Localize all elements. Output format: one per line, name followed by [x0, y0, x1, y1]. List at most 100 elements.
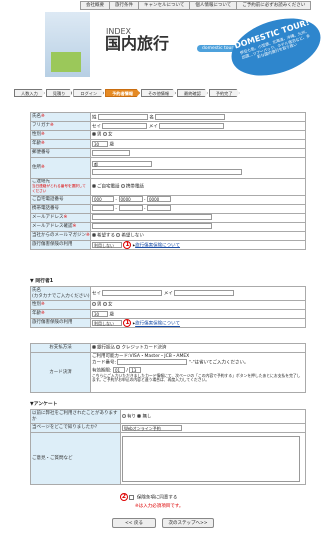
companion-sei-label: セイ — [92, 291, 101, 297]
contact-home-label: ご自宅電話 — [97, 184, 120, 190]
home-phone-3[interactable]: 0000 — [147, 196, 171, 203]
mobile-phone-3[interactable] — [147, 205, 171, 212]
page-title: 国内旅行 — [105, 34, 170, 53]
nav-before-booking[interactable]: ご予約前に必ずお読みください — [236, 1, 312, 10]
gender-label: 性別 — [32, 132, 41, 138]
survey-first-no-radio[interactable] — [137, 413, 142, 418]
mobile-phone-2[interactable] — [118, 205, 143, 212]
companion-age-select[interactable]: 30 — [92, 310, 108, 317]
survey-source-select[interactable]: Webオンライン予約 — [122, 424, 182, 431]
survey-title: ▼アンケート — [30, 402, 58, 407]
email-confirm-input[interactable] — [92, 223, 212, 230]
marker-1: 1 — [123, 240, 132, 249]
companion-sei-input[interactable] — [102, 290, 163, 297]
row-address: 住所※ 都 — [30, 157, 306, 179]
address-input[interactable] — [92, 168, 242, 175]
survey-first-yes-radio[interactable] — [122, 413, 126, 418]
companion-insurance-link[interactable]: 旅行傷害保険について — [135, 322, 180, 327]
card-label: カード決済 — [30, 352, 91, 393]
step-5: その他情報 — [141, 89, 177, 97]
zip-input[interactable] — [92, 149, 130, 156]
row-email: メールアドレス※ — [30, 212, 306, 223]
payment-bank-radio[interactable] — [92, 345, 96, 350]
kana-label: フリガナ — [32, 123, 50, 129]
contact-home-radio[interactable] — [92, 183, 96, 188]
companion-mei-input[interactable] — [174, 290, 235, 297]
insurance-select[interactable]: 利用しない — [92, 241, 122, 248]
home-phone-2[interactable]: 0000 — [118, 196, 143, 203]
kana-sei-input[interactable] — [102, 122, 148, 129]
kana-mei-input[interactable] — [159, 122, 225, 129]
payment-row-card: カード決済 ご利用可能カード:VISA・Master・JCB・AMEX カード番… — [30, 352, 306, 393]
row-mobile-phone: 携帯電話番号 - - — [30, 203, 306, 214]
page: 会社概要 旅行条件 キャンセルについて 個人情報について ご予約前に必ずお読みく… — [0, 0, 329, 533]
contact-note: 当日連絡がとれる番号を選択してください — [32, 184, 86, 194]
nav-cancel[interactable]: キャンセルについて — [138, 1, 190, 10]
required-note: ※は入力必須項目です。 — [135, 504, 184, 509]
payment-card-radio[interactable] — [116, 345, 121, 350]
payment-card-label: クレジットカード決済 — [121, 345, 167, 351]
row-gender: 性別※ 男 女 — [30, 130, 306, 140]
mobile-phone-label: 携帯電話番号 — [30, 203, 91, 214]
companion-insurance-label: 旅行傷害保険の利用 — [30, 318, 91, 328]
companion-age-label: 年齢 — [32, 311, 41, 317]
gender-female-radio[interactable] — [102, 132, 107, 137]
home-phone-1[interactable]: 000 — [92, 196, 114, 203]
mobile-phone-1[interactable] — [92, 205, 114, 212]
companion-title: ▼ 同行者1 — [30, 279, 54, 284]
address-prefecture-input[interactable]: 都 — [92, 161, 152, 168]
name-mei-input[interactable] — [155, 113, 226, 120]
card-number-note: "-"は省いてご入力ください。 — [188, 360, 249, 366]
companion-name-label: 氏名 (カタカナでご入力ください) — [30, 286, 91, 301]
companion-age-unit: 歳 — [109, 312, 114, 318]
step-4-current: 予約者情報 — [105, 89, 141, 97]
card-number-label: カード番号: — [92, 360, 117, 366]
survey-first-yes-label: 有り — [127, 414, 136, 420]
contact-mobile-radio[interactable] — [120, 183, 125, 188]
companion-marker-1: 1 — [123, 319, 132, 327]
row-name: 氏名※ 姓 名 — [30, 112, 306, 122]
companion-male-radio[interactable] — [92, 302, 96, 307]
survey-row-comment: ご意見・ご質問など — [30, 432, 306, 485]
step-1: 人数入力 — [14, 89, 45, 97]
payment-bank-label: 銀行振込 — [97, 345, 115, 351]
email-input[interactable] — [92, 214, 212, 221]
marker-2: 2 — [120, 493, 128, 501]
address-label: 住所 — [32, 165, 41, 171]
expiry-year-select[interactable]: 13 — [129, 366, 142, 373]
survey-row-first: 以前に弊社をご利用されたことがありますか 有り 無し — [30, 409, 306, 424]
door-image — [45, 12, 90, 77]
survey-comment-label: ご意見・ご質問など — [30, 432, 121, 485]
companion-female-label: 女 — [107, 302, 113, 308]
row-age: 年齢※ 30 歳 — [30, 139, 306, 149]
back-button[interactable]: << 戻る — [112, 518, 156, 528]
card-number-input[interactable] — [117, 359, 188, 366]
booker-table: 氏名※ 姓 名 フリガナ※ セイ メイ 性別※ 男 女 年齢※ 30 歳 郵便番… — [30, 112, 306, 250]
insurance-link[interactable]: 旅行傷害保険について — [135, 243, 180, 248]
payment-row-method: お支払方法 銀行振込 クレジットカード決済 — [30, 343, 306, 353]
age-label: 年齢 — [32, 141, 41, 147]
name-label: 氏名 — [32, 114, 41, 120]
survey-first-no-label: 無し — [142, 414, 152, 420]
expiry-month-select[interactable]: 01 — [112, 366, 125, 373]
gender-male-radio[interactable] — [92, 132, 96, 137]
nav-privacy[interactable]: 個人情報について — [189, 1, 237, 10]
row-insurance: 旅行傷害保険の利用 利用しない 1 ▸旅行傷害保険について — [30, 239, 306, 250]
step-7: 予約完了 — [208, 89, 240, 97]
nav-company[interactable]: 会社概要 — [80, 1, 109, 10]
row-zip: 郵便番号 — [30, 148, 306, 158]
survey-comment-textarea[interactable] — [122, 435, 300, 482]
magazine-no-radio[interactable] — [116, 232, 121, 237]
row-contact: ご連絡先 当日連絡がとれる番号を選択してください ご自宅電話 携帯電話 — [30, 178, 306, 196]
magazine-yes-radio[interactable] — [92, 232, 96, 237]
survey-source-label: 当ページをどこで知りましたか? — [30, 423, 121, 433]
survey-row-source: 当ページをどこで知りましたか? Webオンライン予約 — [30, 423, 306, 433]
companion-insurance-select[interactable]: 利用しない — [92, 320, 122, 326]
next-step-button[interactable]: 次のステップへ>> — [162, 518, 214, 528]
companion-row-insurance: 旅行傷害保険の利用 利用しない 1 ▸旅行傷害保険について — [30, 318, 306, 328]
agree-checkbox[interactable] — [129, 494, 135, 500]
name-sei-input[interactable] — [97, 113, 148, 120]
age-select[interactable]: 30 — [92, 140, 108, 147]
nav-conditions[interactable]: 旅行条件 — [109, 1, 138, 10]
companion-female-radio[interactable] — [102, 302, 107, 307]
